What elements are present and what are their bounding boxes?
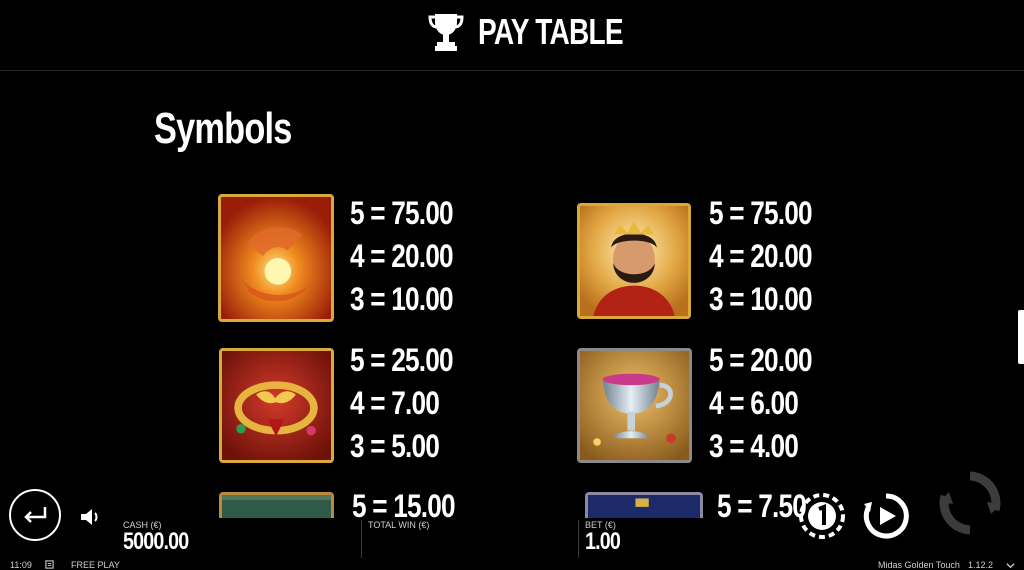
silver-goblet-paytable: 5 = 20.00 4 = 6.00 3 = 4.00 [709, 339, 834, 468]
page-title: PAY TABLE [478, 11, 624, 52]
king-midas-symbol [577, 203, 691, 319]
history-icon[interactable] [45, 560, 54, 569]
divider [361, 520, 362, 558]
pay-line: 3 = 5.00 [350, 428, 440, 464]
pay-line: 4 = 7.00 [350, 385, 440, 421]
chevron-down-icon[interactable] [1006, 561, 1015, 570]
bet-value: 1.00 [585, 528, 621, 555]
game-name: Midas Golden Touch [878, 560, 960, 570]
spin-icon[interactable] [937, 470, 1003, 536]
pay-line: 4 = 6.00 [709, 385, 799, 421]
golden-necklace-symbol [219, 348, 334, 463]
silver-goblet-symbol [577, 348, 692, 463]
autoplay-icon[interactable] [862, 492, 910, 540]
total-win-label: TOTAL WIN (€) [368, 520, 430, 530]
speaker-icon[interactable] [79, 506, 101, 528]
coin-bet-icon[interactable] [798, 492, 846, 540]
pay-line: 3 = 10.00 [709, 281, 813, 317]
trophy-icon [428, 14, 464, 51]
game-version: 1.12.2 [968, 560, 994, 570]
section-title: Symbols [154, 104, 292, 153]
pay-line: 5 = 20.00 [709, 342, 813, 378]
pay-table-header: PAY TABLE [0, 0, 1024, 71]
back-button[interactable] [9, 489, 61, 541]
header-title-group: PAY TABLE [428, 10, 664, 54]
pay-line: 4 = 20.00 [709, 238, 813, 274]
golden-necklace-paytable: 5 = 25.00 4 = 7.00 3 = 5.00 [350, 339, 475, 468]
golden-hands-paytable: 5 = 75.00 4 = 20.00 3 = 10.00 [350, 192, 475, 321]
side-scroll-tab[interactable] [1018, 310, 1024, 364]
return-arrow-icon [24, 507, 47, 523]
pay-line: 4 = 20.00 [350, 238, 454, 274]
cash-value: 5000.00 [123, 528, 189, 555]
king-midas-paytable: 5 = 75.00 4 = 20.00 3 = 10.00 [709, 192, 834, 321]
pay-line: 5 = 75.00 [350, 195, 454, 231]
divider [578, 520, 579, 558]
pay-line: 3 = 10.00 [350, 281, 454, 317]
pay-line: 5 = 75.00 [709, 195, 813, 231]
pay-line: 3 = 4.00 [709, 428, 799, 464]
golden-hands-symbol [218, 194, 334, 322]
clock: 11:09 [10, 560, 32, 570]
pay-line: 5 = 25.00 [350, 342, 454, 378]
play-mode: FREE PLAY [71, 560, 120, 570]
